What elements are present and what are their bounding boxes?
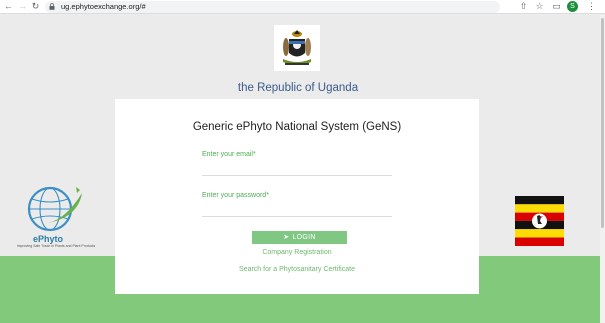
search-certificate-link[interactable]: Search for a Phytosanitary Certificate: [115, 266, 479, 273]
star-icon[interactable]: ☆: [534, 1, 545, 12]
company-registration-link[interactable]: Company Registration: [115, 249, 479, 256]
email-underline: [202, 175, 392, 176]
system-title: Generic ePhyto National System (GeNS): [192, 121, 402, 133]
password-field[interactable]: [202, 203, 392, 215]
password-label: Enter your password*: [202, 192, 269, 199]
email-label: Enter your email*: [202, 151, 256, 158]
reload-icon[interactable]: ↻: [30, 1, 41, 12]
address-bar[interactable]: ug.ephytoexchange.org/#: [45, 1, 500, 13]
browser-toolbar: ← → ↻ ug.ephytoexchange.org/# ⇧ ☆ ▭ S ⋮: [0, 0, 605, 14]
lock-icon: [49, 3, 55, 10]
avatar[interactable]: S: [567, 1, 578, 12]
menu-icon[interactable]: ⋮: [586, 1, 597, 12]
forward-icon[interactable]: →: [17, 1, 28, 12]
email-field[interactable]: [202, 162, 392, 174]
uganda-flag-icon: [515, 196, 564, 246]
sign-in-icon: ➤: [283, 234, 290, 241]
sidebar-icon[interactable]: ▭: [551, 1, 562, 12]
login-button[interactable]: ➤ LOGIN: [252, 231, 347, 244]
ephyto-brand-name: ePhyto: [33, 234, 64, 244]
login-button-label: LOGIN: [292, 234, 316, 241]
login-card: Generic ePhyto National System (GeNS) En…: [115, 99, 479, 294]
password-underline: [202, 216, 392, 217]
back-icon[interactable]: ←: [3, 1, 14, 12]
scrollbar-thumb[interactable]: [601, 18, 604, 228]
share-icon[interactable]: ⇧: [518, 1, 529, 12]
url-text[interactable]: ug.ephytoexchange.org/#: [61, 2, 146, 12]
country-heading: the Republic of Uganda: [237, 82, 359, 94]
coat-of-arms-icon: [274, 25, 320, 71]
ephyto-tagline: Improving Safe Trade in Plants and Plant…: [16, 244, 96, 248]
